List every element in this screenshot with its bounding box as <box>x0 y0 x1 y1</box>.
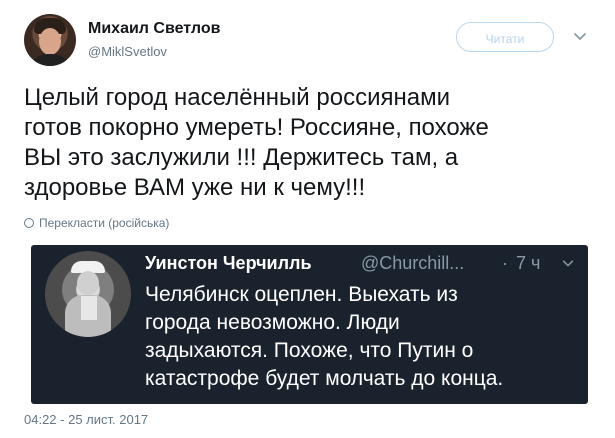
author-name[interactable]: Михаил Светлов <box>88 20 220 38</box>
quoted-text-line: Челябинск оцеплен. Выехать из <box>145 283 458 306</box>
chevron-down-icon[interactable] <box>561 256 575 270</box>
follow-button[interactable]: Читати <box>456 22 554 52</box>
quoted-text-line: катастрофе будет молчать до конца. <box>145 367 504 390</box>
quoted-text-line: города невозможно. Люди <box>145 311 400 334</box>
tweet-text: Целый город населённый россиянами готов … <box>24 83 594 203</box>
avatar-face <box>39 28 61 55</box>
tweet-header: Михаил Светлов @MiklSvetlov Читати <box>24 14 594 68</box>
avatar-face <box>77 271 99 295</box>
tweet-text-line: Целый город населённый россиянами <box>24 84 450 111</box>
quoted-time[interactable]: 7 ч <box>516 253 540 274</box>
author-avatar[interactable] <box>24 14 76 66</box>
tweet-text-line: ВЫ это заслужили !!! Держитесь там, а <box>24 144 459 171</box>
quoted-author-handle[interactable]: @Churchill... <box>361 253 464 274</box>
avatar-shirt <box>28 54 72 66</box>
avatar-bag <box>81 296 97 320</box>
tweet-text-line: готов покорно умереть! Россияне, похоже <box>24 114 489 141</box>
quoted-separator: · <box>502 253 508 273</box>
quoted-tweet[interactable]: Уинстон Черчилль @Churchill... · 7 ч Чел… <box>31 245 588 404</box>
translate-link[interactable]: Перекласти (російська) <box>24 216 169 230</box>
tweet-timestamp[interactable]: 04:22 - 25 лист. 2017 <box>24 412 148 427</box>
chevron-down-icon[interactable] <box>572 28 588 44</box>
author-handle[interactable]: @MiklSvetlov <box>88 44 167 59</box>
globe-icon <box>24 218 34 228</box>
tweet-text-line: здоровье ВАМ уже ни к чему!!! <box>24 174 366 201</box>
quoted-tweet-text: Челябинск оцеплен. Выехать из города нев… <box>145 281 575 393</box>
translate-label: Перекласти (російська) <box>39 216 170 230</box>
quoted-author-name[interactable]: Уинстон Черчилль <box>145 253 312 274</box>
quoted-text-line: задыхаются. Похоже, что Путин о <box>145 339 474 362</box>
quoted-author-avatar[interactable] <box>45 251 131 337</box>
